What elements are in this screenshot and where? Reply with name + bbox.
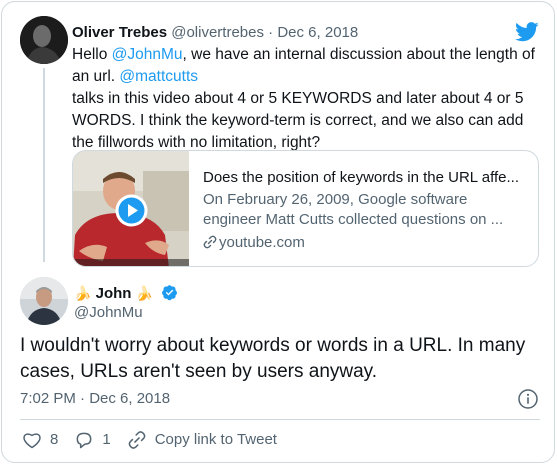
link-preview-text: Does the position of keywords in the URL… [203, 167, 528, 253]
video-thumbnail[interactable] [73, 151, 189, 266]
info-icon[interactable] [517, 388, 539, 410]
actions-divider [20, 419, 540, 420]
text-fragment: Hello [72, 46, 112, 63]
reply-button[interactable]: 1 [74, 430, 111, 450]
heart-icon [23, 433, 41, 449]
tweet-actions-bar: 8 1 Copy link to Tweet [22, 429, 293, 451]
parent-author-name[interactable]: Oliver Trebes [72, 24, 167, 41]
parent-text-line-2: an url. @mattcutts [72, 66, 542, 88]
parent-tweet-text: Hello @JohnMu, we have an internal discu… [72, 44, 542, 154]
like-count: 8 [50, 431, 59, 448]
banana-emoji: 🍌 [135, 285, 154, 301]
link-description-line-2: engineer Matt Cutts collected questions … [203, 211, 504, 228]
twitter-bird-icon[interactable] [515, 22, 539, 42]
parent-text-line-3: talks in this video about 4 or 5 KEYWORD… [72, 90, 524, 107]
like-button[interactable]: 8 [22, 430, 58, 450]
main-text-line-1: I wouldn't worry about keywords or words… [20, 335, 526, 356]
link-preview-description: On February 26, 2009, Google software en… [203, 190, 528, 230]
link-domain-text: youtube.com [219, 234, 305, 251]
main-author-name[interactable]: John [96, 285, 132, 302]
parent-text-line-4: WORDS. I think the keyword-term is corre… [72, 112, 524, 129]
parent-tweet-header: Oliver Trebes @olivertrebes · Dec 6, 201… [72, 23, 358, 43]
main-tweet-text: I wouldn't worry about keywords or words… [20, 333, 540, 385]
main-author-name-row[interactable]: 🍌 John 🍌 [74, 283, 178, 304]
main-tweet-timestamp[interactable]: 7:02 PM · Dec 6, 2018 [20, 389, 170, 409]
text-fragment: an url. [72, 68, 120, 85]
reply-icon [76, 432, 92, 449]
header-separator: · [268, 24, 274, 41]
link-description-line-1: On February 26, 2009, Google software [203, 191, 468, 208]
copy-link-button[interactable]: Copy link to Tweet [127, 430, 277, 450]
tweet-embed-card: Oliver Trebes @olivertrebes · Dec 6, 201… [1, 1, 555, 463]
play-icon[interactable] [115, 194, 148, 227]
main-author-handle[interactable]: @JohnMu [74, 303, 143, 323]
parent-author-handle[interactable]: @olivertrebes [171, 24, 264, 41]
link-preview-domain: youtube.com [203, 233, 528, 253]
mention-link-johnmu[interactable]: @JohnMu [112, 46, 183, 63]
link-preview-card[interactable]: Does the position of keywords in the URL… [72, 150, 539, 267]
link-icon [128, 431, 146, 449]
parent-author-avatar[interactable] [20, 16, 68, 64]
thread-connector-line [43, 68, 45, 262]
parent-tweet-date[interactable]: Dec 6, 2018 [277, 24, 358, 41]
parent-text-line-1: Hello @JohnMu, we have an internal discu… [72, 44, 542, 66]
main-text-line-2: cases, URLs aren't seen by users anyway. [20, 361, 378, 382]
link-preview-title[interactable]: Does the position of keywords in the URL… [203, 167, 528, 188]
link-icon [203, 235, 217, 249]
text-fragment: , we have an internal discussion about t… [182, 46, 535, 63]
main-author-avatar[interactable] [20, 277, 68, 325]
mention-link-mattcutts[interactable]: @mattcutts [119, 68, 198, 85]
verified-badge-icon [162, 285, 178, 301]
banana-emoji: 🍌 [74, 285, 92, 301]
copy-link-label: Copy link to Tweet [154, 431, 277, 448]
reply-count: 1 [102, 431, 111, 448]
